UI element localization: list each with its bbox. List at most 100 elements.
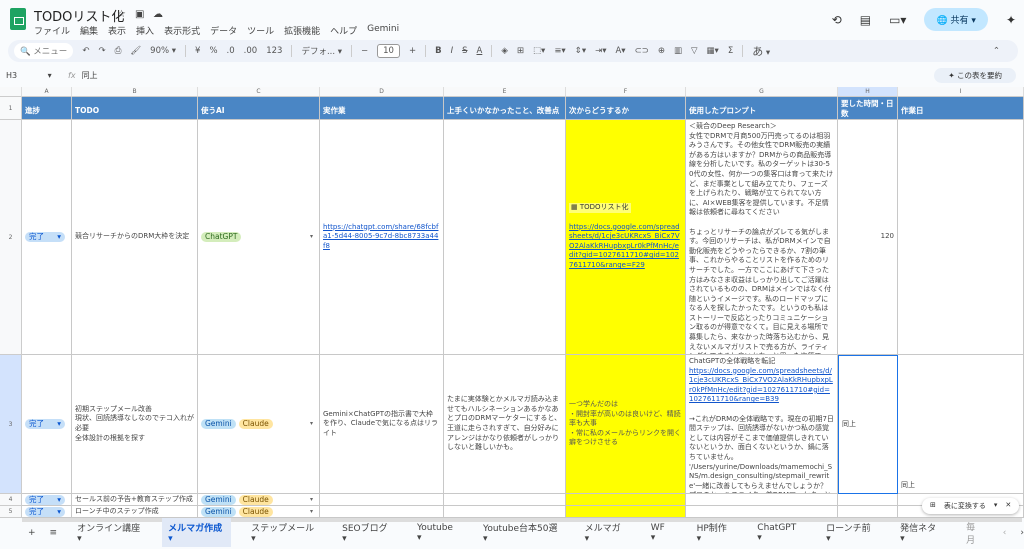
insert-comment-icon[interactable]: ⊕: [658, 46, 665, 56]
todo-cell[interactable]: ローンチ中のステップ作成: [72, 506, 198, 518]
insert-chart-icon[interactable]: ▥: [674, 46, 682, 56]
smart-chip[interactable]: ▦ TODOリスト化: [569, 203, 631, 214]
select-all[interactable]: [0, 87, 22, 97]
status-chip[interactable]: 完了 ▾: [25, 232, 65, 242]
doc-title[interactable]: TODOリスト化: [34, 6, 124, 25]
meet-icon[interactable]: ▭▾: [889, 13, 906, 27]
gemini-icon[interactable]: ✦: [1006, 13, 1016, 27]
font-select[interactable]: デフォ... ▾: [301, 45, 342, 57]
next-cell[interactable]: [566, 494, 686, 506]
valign-icon[interactable]: ⇕▾: [575, 46, 586, 56]
input-tools-button[interactable]: あ ▾: [752, 43, 770, 59]
col-header-c[interactable]: C: [198, 87, 320, 97]
redo-icon[interactable]: ↷: [98, 46, 105, 56]
prompt-link[interactable]: https://docs.google.com/spreadsheets/d/1…: [689, 367, 833, 404]
menu-extensions[interactable]: 拡張機能: [284, 24, 320, 37]
ai-chip-chatgpt[interactable]: ChatGPT: [201, 232, 242, 242]
folder-icon[interactable]: ▣: [135, 9, 144, 20]
convert-dropdown-icon[interactable]: ▾: [994, 501, 998, 511]
todo-cell[interactable]: セールス前の予告+教育ステップ作成: [72, 494, 198, 506]
rotate-icon[interactable]: A▾: [615, 46, 625, 56]
dropdown-icon[interactable]: ▾: [310, 419, 313, 429]
sheet-tab[interactable]: ChatGPT ▾: [751, 520, 806, 546]
header-status[interactable]: 進捗: [22, 97, 72, 120]
next-cell[interactable]: [566, 506, 686, 518]
add-sheet-icon[interactable]: +: [28, 528, 36, 538]
dropdown-icon[interactable]: ▾: [310, 495, 313, 505]
undo-icon[interactable]: ↶: [82, 46, 89, 56]
ai-chip-gemini[interactable]: Gemini: [201, 419, 236, 429]
date-cell[interactable]: [898, 120, 1024, 355]
menu-help[interactable]: ヘルプ: [330, 24, 357, 37]
dropdown-icon[interactable]: ▾: [310, 507, 313, 517]
time-cell-selected[interactable]: 同上: [838, 355, 898, 494]
menu-gemini[interactable]: Gemini: [367, 24, 399, 37]
work-cell[interactable]: Gemini×ChatGPTの指示書で大枠を作り、Claudeで気になる点はリラ…: [320, 355, 444, 494]
col-header-h[interactable]: H: [838, 87, 898, 97]
print-icon[interactable]: ⎙: [115, 46, 122, 56]
time-cell[interactable]: [838, 506, 898, 518]
header-work[interactable]: 実作業: [320, 97, 444, 120]
todo-cell[interactable]: 競合リサーチからのDRM大枠を決定: [72, 120, 198, 355]
header-todo[interactable]: TODO: [72, 97, 198, 120]
col-header-a[interactable]: A: [22, 87, 72, 97]
col-header-i[interactable]: I: [898, 87, 1024, 97]
menu-edit[interactable]: 編集: [80, 24, 98, 37]
share-button[interactable]: 🌐 共有 ▾: [924, 8, 988, 31]
work-cell[interactable]: [320, 494, 444, 506]
percent-button[interactable]: %: [209, 46, 217, 56]
scroll-tabs-left-icon[interactable]: ‹: [1003, 528, 1007, 538]
next-cell[interactable]: 一つ学んだのは ・開封率が高いのは良いけど、精読率も大事 ・常に私のメールからリ…: [566, 355, 686, 494]
col-header-g[interactable]: G: [686, 87, 838, 97]
status-chip[interactable]: 完了 ▾: [25, 506, 65, 517]
work-link[interactable]: https://chatgpt.com/share/68fcbfa1-5d44-…: [323, 223, 440, 252]
font-size-increase[interactable]: +: [409, 46, 416, 56]
font-size-input[interactable]: 10: [377, 44, 400, 58]
menu-view[interactable]: 表示: [108, 24, 126, 37]
ai-chip-gemini[interactable]: Gemini: [201, 506, 236, 517]
menu-file[interactable]: ファイル: [34, 24, 70, 37]
row-header-4[interactable]: 4: [0, 494, 22, 506]
name-box[interactable]: H3 ▾: [0, 71, 62, 80]
header-time[interactable]: 要した時間・日数: [838, 97, 898, 120]
issues-cell[interactable]: [444, 494, 566, 506]
scroll-tabs-right-icon[interactable]: ›: [1020, 528, 1024, 538]
date-cell[interactable]: 同上: [898, 355, 1024, 494]
prompt-cell[interactable]: [686, 494, 838, 506]
col-header-b[interactable]: B: [72, 87, 198, 97]
issues-cell[interactable]: たまに実体験とかメルマガ読み込ませてもハルシネーションあるかなあとプロのDRMマ…: [444, 355, 566, 494]
sheets-logo[interactable]: [10, 8, 26, 30]
col-header-d[interactable]: D: [320, 87, 444, 97]
prompt-cell[interactable]: [686, 506, 838, 518]
menu-search[interactable]: 🔍 メニュー: [14, 43, 74, 59]
text-color-button[interactable]: A: [477, 46, 483, 56]
row-header-5[interactable]: 5: [0, 506, 22, 518]
spreadsheet-grid[interactable]: A B C D E F G H I 1 進捗 TODO 使うAI 実作業 上手く…: [0, 87, 1024, 518]
close-icon[interactable]: ✕: [1005, 501, 1011, 511]
ai-cell[interactable]: Gemini Claude ▾: [198, 355, 320, 494]
ai-chip-gemini[interactable]: Gemini: [201, 494, 236, 505]
all-sheets-icon[interactable]: ≡: [50, 528, 58, 538]
convert-to-table-button[interactable]: 表に変換する: [944, 501, 986, 511]
sheet-tab[interactable]: WF ▾: [645, 520, 677, 546]
time-cell[interactable]: [838, 494, 898, 506]
align-icon[interactable]: ≡▾: [554, 46, 565, 56]
cloud-icon[interactable]: ☁: [153, 9, 163, 20]
history-icon[interactable]: ⟲: [832, 13, 842, 27]
header-ai[interactable]: 使うAI: [198, 97, 320, 120]
functions-icon[interactable]: Σ: [728, 46, 733, 56]
prompt-cell[interactable]: ＜競合のDeep Research＞ 女性でDRMで月商500万円売ってるのは相…: [686, 120, 838, 355]
merge-icon[interactable]: ⬚▾: [533, 46, 545, 56]
decrease-decimal-button[interactable]: .0: [227, 46, 235, 56]
next-cell[interactable]: ▦ TODOリスト化 https://docs.google.com/spread…: [566, 120, 686, 355]
link-icon[interactable]: ⊂⊃: [635, 46, 649, 56]
issues-cell[interactable]: [444, 120, 566, 355]
summarize-table-button[interactable]: ✦ この表を要約: [934, 68, 1016, 83]
ai-chip-claude[interactable]: Claude: [238, 419, 273, 429]
paint-format-icon[interactable]: 🖌: [130, 46, 141, 56]
increase-decimal-button[interactable]: .00: [244, 46, 258, 56]
filter-views-icon[interactable]: ▦▾: [707, 46, 719, 56]
collapse-toolbar-icon[interactable]: ⌃: [993, 46, 1000, 56]
zoom-select[interactable]: 90% ▾: [150, 46, 176, 56]
row-header-2[interactable]: 2: [0, 120, 22, 355]
